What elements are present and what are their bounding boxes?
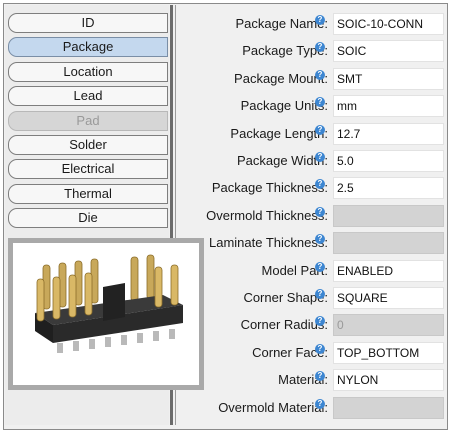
help-icon[interactable]: ?: [315, 344, 325, 354]
laminate-thickness-field: [333, 232, 444, 254]
help-icon[interactable]: ?: [315, 125, 325, 135]
package-units-field[interactable]: mm: [333, 95, 444, 117]
tab-lead[interactable]: Lead: [8, 86, 168, 106]
laminate-thickness-label: Laminate Thickness:: [209, 235, 328, 250]
help-icon[interactable]: ?: [315, 371, 325, 381]
tab-electrical[interactable]: Electrical: [8, 159, 168, 179]
package-mount-field[interactable]: SMT: [333, 68, 444, 90]
package-thickness-field[interactable]: 2.5: [333, 177, 444, 199]
help-icon[interactable]: ?: [315, 15, 325, 25]
help-icon[interactable]: ?: [315, 42, 325, 52]
package-width-field[interactable]: 5.0: [333, 150, 444, 172]
package-preview: [8, 238, 204, 390]
tab-die[interactable]: Die: [8, 208, 168, 228]
package-name-field[interactable]: SOIC-10-CONN: [333, 13, 444, 35]
connector-header-image: [35, 254, 183, 353]
tab-thermal[interactable]: Thermal: [8, 184, 168, 204]
help-icon[interactable]: ?: [315, 97, 325, 107]
tab-location[interactable]: Location: [8, 62, 168, 82]
help-icon[interactable]: ?: [315, 234, 325, 244]
help-icon[interactable]: ?: [315, 179, 325, 189]
help-icon[interactable]: ?: [315, 207, 325, 217]
model-part-field[interactable]: ENABLED: [333, 260, 444, 282]
package-mount-label: Package Mount:: [234, 71, 328, 86]
material-field[interactable]: NYLON: [333, 369, 444, 391]
overmold-material-field: [333, 397, 444, 419]
package-length-field[interactable]: 12.7: [333, 123, 444, 145]
help-icon[interactable]: ?: [315, 399, 325, 409]
overmold-thickness-field: [333, 205, 444, 227]
tab-pad: Pad: [8, 111, 168, 131]
package-length-label: Package Length:: [230, 126, 328, 141]
help-icon[interactable]: ?: [315, 316, 325, 326]
package-thickness-label: Package Thickness:: [211, 180, 328, 195]
overmold-thickness-label: Overmold Thickness:: [206, 208, 328, 223]
tab-id[interactable]: ID: [8, 13, 168, 33]
corner-face-field[interactable]: TOP_BOTTOM: [333, 342, 444, 364]
tab-package[interactable]: Package: [8, 37, 168, 57]
overmold-material-label: Overmold Material:: [218, 400, 328, 415]
package-type-field[interactable]: SOIC: [333, 40, 444, 62]
help-icon[interactable]: ?: [315, 70, 325, 80]
tab-solder[interactable]: Solder: [8, 135, 168, 155]
help-icon[interactable]: ?: [315, 152, 325, 162]
help-icon[interactable]: ?: [315, 262, 325, 272]
help-icon[interactable]: ?: [315, 289, 325, 299]
corner-shape-field[interactable]: SQUARE: [333, 287, 444, 309]
corner-radius-field: 0: [333, 314, 444, 336]
